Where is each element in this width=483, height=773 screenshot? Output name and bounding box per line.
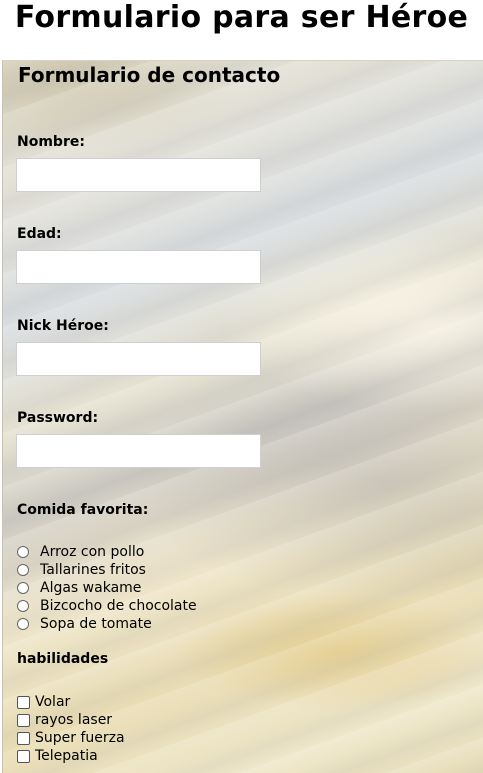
food-option-algas[interactable]: Algas wakame: [17, 579, 141, 597]
food-option-label: Arroz con pollo: [40, 544, 145, 560]
page-title: Formulario para ser Héroe: [14, 0, 469, 35]
nick-heroe-label: Nick Héroe:: [17, 318, 109, 334]
food-option-label: Sopa de tomate: [40, 616, 152, 632]
password-label: Password:: [17, 410, 99, 426]
food-option-arroz[interactable]: Arroz con pollo: [17, 543, 144, 561]
nick-heroe-input[interactable]: [16, 342, 261, 376]
form-legend: Formulario de contacto: [18, 63, 281, 87]
food-option-bizcocho[interactable]: Bizcocho de chocolate: [17, 597, 197, 615]
skill-option-label: rayos laser: [35, 712, 113, 728]
radio-button[interactable]: [17, 582, 29, 594]
contact-form: Formulario de contacto Nombre: Edad: Nic…: [2, 60, 483, 773]
skill-option-rayos-laser[interactable]: rayos laser: [17, 711, 112, 729]
password-input[interactable]: [16, 434, 261, 468]
food-option-label: Bizcocho de chocolate: [40, 598, 197, 614]
habilidades-label: habilidades: [17, 651, 109, 667]
skill-option-label: Telepatia: [35, 748, 98, 764]
checkbox[interactable]: [17, 713, 30, 727]
radio-button[interactable]: [17, 618, 29, 630]
edad-label: Edad:: [17, 226, 62, 242]
checkbox[interactable]: [17, 695, 30, 709]
radio-button[interactable]: [17, 600, 29, 612]
radio-button[interactable]: [17, 564, 29, 576]
radio-button[interactable]: [17, 546, 29, 558]
food-option-sopa[interactable]: Sopa de tomate: [17, 615, 152, 633]
food-option-label: Tallarines fritos: [40, 562, 146, 578]
nombre-label: Nombre:: [17, 134, 85, 150]
skill-option-telepatia[interactable]: Telepatia: [17, 747, 98, 765]
nombre-input[interactable]: [16, 158, 261, 192]
food-option-label: Algas wakame: [40, 580, 142, 596]
comida-favorita-label: Comida favorita:: [17, 502, 149, 518]
edad-input[interactable]: [16, 250, 261, 284]
checkbox[interactable]: [17, 749, 30, 763]
skill-option-label: Volar: [35, 694, 71, 710]
skill-option-volar[interactable]: Volar: [17, 693, 70, 711]
skill-option-label: Super fuerza: [35, 730, 125, 746]
checkbox[interactable]: [17, 731, 30, 745]
skill-option-super-fuerza[interactable]: Super fuerza: [17, 729, 125, 747]
food-option-tallarines[interactable]: Tallarines fritos: [17, 561, 146, 579]
